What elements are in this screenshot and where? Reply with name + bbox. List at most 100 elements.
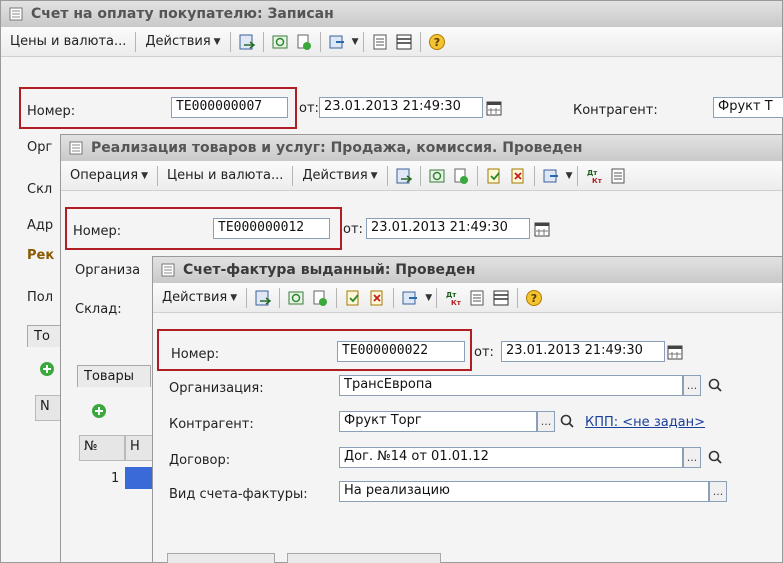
window-title-bar[interactable]: Реализация товаров и услуг: Продажа, ком…: [61, 135, 782, 161]
save-close-icon[interactable]: [251, 286, 275, 310]
toolbar-separator: [246, 287, 248, 308]
operation-menu-button[interactable]: Операция ▼: [65, 164, 153, 188]
contract-open-icon[interactable]: [707, 449, 723, 465]
dropdown-caret-icon[interactable]: ▼: [425, 293, 432, 303]
debit-credit-icon[interactable]: Дт Кт: [441, 286, 465, 310]
number-highlight-frame: [19, 87, 297, 129]
save-close-icon[interactable]: [235, 30, 259, 54]
toolbar-separator: [135, 31, 137, 52]
refresh-icon[interactable]: [268, 30, 292, 54]
save-close-icon[interactable]: [392, 164, 416, 188]
calendar-icon[interactable]: [486, 100, 502, 116]
toolbar-separator: [393, 287, 395, 308]
toolbar-separator: [419, 165, 421, 186]
enter-based-on-icon[interactable]: [539, 164, 563, 188]
bottom-tab-2[interactable]: [287, 553, 441, 563]
print-form-icon[interactable]: [606, 164, 630, 188]
dropdown-caret-icon[interactable]: ▼: [352, 37, 359, 47]
contract-select-button[interactable]: ...: [683, 447, 701, 468]
date-label: от:: [474, 345, 494, 360]
add-row-icon[interactable]: [91, 403, 107, 419]
actions-label: Действия: [162, 290, 228, 305]
calendar-icon[interactable]: [667, 344, 683, 360]
toolbar-separator: [319, 31, 321, 52]
date-field[interactable]: 23.01.2013 21:49:30: [366, 218, 530, 239]
post-document-icon[interactable]: [341, 286, 365, 310]
toolbar-separator: [362, 31, 364, 52]
counterparty-open-icon[interactable]: [559, 413, 575, 429]
structure-icon[interactable]: [392, 30, 416, 54]
toolbar: Цены и валюта... Действия ▼ ▼ ?: [1, 27, 782, 57]
grid-row-number: 1: [111, 471, 120, 486]
copy-document-icon[interactable]: [449, 164, 473, 188]
actions-menu-button[interactable]: Действия ▼: [157, 286, 242, 310]
date-label: от:: [343, 222, 363, 237]
print-form-icon[interactable]: [368, 30, 392, 54]
counterparty-field[interactable]: Фрукт Т: [713, 97, 783, 118]
calendar-icon[interactable]: [534, 221, 550, 237]
counterparty-label: Контрагент:: [573, 103, 658, 118]
prices-currency-button[interactable]: Цены и валюта...: [162, 164, 288, 188]
toolbar-separator: [386, 165, 388, 186]
grid-col-name-partial: Н: [125, 435, 155, 461]
help-icon[interactable]: ?: [522, 286, 546, 310]
actions-label: Действия: [145, 34, 211, 49]
dropdown-caret-icon: ▼: [213, 36, 221, 47]
date-field[interactable]: 23.01.2013 21:49:30: [319, 97, 483, 118]
invoice-type-select-button[interactable]: ...: [709, 481, 727, 502]
toolbar-separator: [157, 165, 158, 186]
help-icon[interactable]: ?: [425, 30, 449, 54]
actions-menu-button[interactable]: Действия ▼: [140, 30, 225, 54]
toolbar-separator: [476, 165, 478, 186]
actions-menu-button[interactable]: Действия ▼: [297, 164, 382, 188]
post-document-icon[interactable]: [482, 164, 506, 188]
window-title-bar[interactable]: Счет-фактура выданный: Проведен: [153, 257, 782, 283]
enter-based-on-icon[interactable]: [398, 286, 422, 310]
contract-field[interactable]: Дог. №14 от 01.01.12: [339, 447, 683, 468]
svg-text:Дт: Дт: [446, 291, 457, 299]
kpp-link[interactable]: КПП: <не задан>: [585, 415, 705, 430]
debit-credit-icon[interactable]: Дт Кт: [582, 164, 606, 188]
add-row-icon[interactable]: [39, 361, 55, 377]
document-icon: [9, 7, 23, 21]
refresh-icon[interactable]: [284, 286, 308, 310]
dropdown-caret-icon[interactable]: ▼: [566, 171, 573, 181]
date-label: от:: [299, 101, 319, 116]
copy-document-icon[interactable]: [308, 286, 332, 310]
invoice-type-label: Вид счета-фактуры:: [169, 487, 308, 502]
grid-row-selected-cell[interactable]: [125, 467, 153, 489]
print-form-icon[interactable]: [465, 286, 489, 310]
actions-label: Действия: [302, 168, 368, 183]
prices-currency-button[interactable]: Цены и валюта...: [5, 30, 131, 54]
counterparty-label: Контрагент:: [169, 417, 254, 432]
organization-select-button[interactable]: ...: [683, 375, 701, 396]
enter-based-on-icon[interactable]: [325, 30, 349, 54]
counterparty-select-button[interactable]: ...: [537, 411, 555, 432]
svg-text:?: ?: [531, 292, 537, 305]
toolbar-separator: [576, 165, 578, 186]
counterparty-field[interactable]: Фрукт Торг: [339, 411, 537, 432]
invoice-type-field[interactable]: На реализацию: [339, 481, 709, 502]
dropdown-caret-icon: ▼: [230, 292, 238, 303]
tab-goods[interactable]: Товары: [77, 365, 151, 387]
window-title-bar[interactable]: Счет на оплату покупателю: Записан: [1, 1, 782, 27]
bottom-tab-1[interactable]: [167, 553, 275, 563]
organization-label-partial: Организа: [75, 263, 141, 278]
document-icon: [69, 141, 83, 155]
unpost-document-icon[interactable]: [365, 286, 389, 310]
refresh-icon[interactable]: [425, 164, 449, 188]
date-field[interactable]: 23.01.2013 21:49:30: [501, 341, 665, 362]
unpost-document-icon[interactable]: [506, 164, 530, 188]
toolbar-separator: [262, 31, 264, 52]
contract-label: Договор:: [169, 453, 231, 468]
copy-document-icon[interactable]: [292, 30, 316, 54]
recipient-label-partial: Пол: [27, 290, 54, 305]
organization-open-icon[interactable]: [707, 377, 723, 393]
svg-text:?: ?: [433, 36, 439, 49]
organization-label: Организация:: [169, 381, 264, 396]
organization-label-partial: Орг: [27, 140, 53, 155]
number-highlight-frame: [157, 329, 472, 371]
organization-field[interactable]: ТрансЕвропа: [339, 375, 683, 396]
structure-icon[interactable]: [489, 286, 513, 310]
grid-col-number: №: [79, 435, 125, 461]
